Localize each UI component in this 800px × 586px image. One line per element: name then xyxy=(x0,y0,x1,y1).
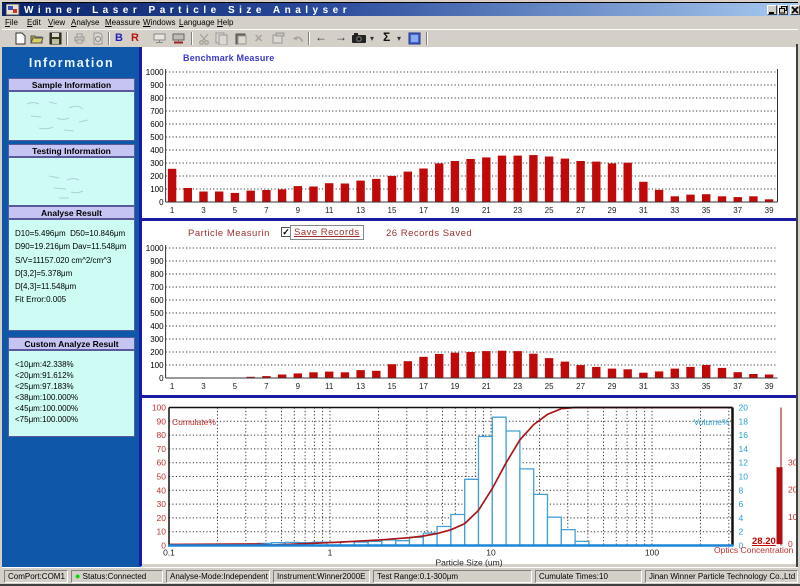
svg-text:11: 11 xyxy=(325,382,334,391)
svg-text:100: 100 xyxy=(150,185,164,194)
svg-text:8: 8 xyxy=(739,485,744,495)
svg-text:3: 3 xyxy=(201,206,206,215)
svg-text:33: 33 xyxy=(670,206,679,215)
svg-text:33: 33 xyxy=(670,382,679,391)
svg-text:39: 39 xyxy=(765,382,774,391)
svg-text:600: 600 xyxy=(150,120,164,129)
svg-text:Volume%: Volume% xyxy=(694,417,730,427)
svg-text:19: 19 xyxy=(450,382,459,391)
svg-text:15: 15 xyxy=(388,206,397,215)
svg-text:500: 500 xyxy=(150,309,164,318)
svg-text:11: 11 xyxy=(325,206,334,215)
svg-text:100: 100 xyxy=(152,403,166,413)
svg-text:800: 800 xyxy=(150,94,164,103)
svg-text:800: 800 xyxy=(150,270,164,279)
svg-text:20: 20 xyxy=(157,513,167,523)
svg-text:80: 80 xyxy=(157,430,167,440)
svg-text:23: 23 xyxy=(513,206,522,215)
svg-text:100: 100 xyxy=(150,361,164,370)
svg-text:19: 19 xyxy=(450,206,459,215)
svg-text:300: 300 xyxy=(150,159,164,168)
svg-text:21: 21 xyxy=(482,206,491,215)
svg-text:9: 9 xyxy=(296,206,301,215)
svg-text:7: 7 xyxy=(264,206,269,215)
svg-text:7: 7 xyxy=(264,382,269,391)
svg-text:28.20: 28.20 xyxy=(752,536,776,547)
svg-text:600: 600 xyxy=(150,296,164,305)
svg-text:700: 700 xyxy=(150,107,164,116)
svg-text:20: 20 xyxy=(739,403,749,413)
svg-text:400: 400 xyxy=(150,146,164,155)
svg-text:400: 400 xyxy=(150,322,164,331)
svg-text:900: 900 xyxy=(150,81,164,90)
svg-text:Particle Size (um): Particle Size (um) xyxy=(435,558,502,568)
svg-text:13: 13 xyxy=(356,382,365,391)
svg-text:2: 2 xyxy=(739,527,744,537)
svg-text:29: 29 xyxy=(608,382,617,391)
svg-text:50: 50 xyxy=(157,472,167,482)
svg-text:70: 70 xyxy=(157,444,167,454)
svg-text:200: 200 xyxy=(150,348,164,357)
svg-text:27: 27 xyxy=(576,206,585,215)
svg-text:0: 0 xyxy=(159,374,164,383)
svg-text:21: 21 xyxy=(482,382,491,391)
svg-text:90: 90 xyxy=(157,416,167,426)
svg-text:17: 17 xyxy=(419,382,428,391)
svg-text:5: 5 xyxy=(233,206,238,215)
svg-text:60: 60 xyxy=(157,458,167,468)
svg-text:35: 35 xyxy=(702,206,711,215)
svg-text:35: 35 xyxy=(702,382,711,391)
svg-text:23: 23 xyxy=(513,382,522,391)
svg-text:31: 31 xyxy=(639,206,648,215)
svg-text:17: 17 xyxy=(419,206,428,215)
svg-text:10: 10 xyxy=(486,548,496,558)
svg-text:18: 18 xyxy=(739,416,749,426)
svg-text:30: 30 xyxy=(157,499,167,509)
svg-text:Cumulate%: Cumulate% xyxy=(172,417,216,427)
svg-text:3: 3 xyxy=(201,382,206,391)
svg-text:14: 14 xyxy=(739,444,749,454)
svg-text:1: 1 xyxy=(328,548,333,558)
svg-text:13: 13 xyxy=(356,206,365,215)
svg-text:16: 16 xyxy=(739,430,749,440)
svg-text:39: 39 xyxy=(765,206,774,215)
svg-text:1000: 1000 xyxy=(146,244,164,253)
svg-text:25: 25 xyxy=(545,382,554,391)
svg-text:0.1: 0.1 xyxy=(163,548,175,558)
svg-text:200: 200 xyxy=(150,172,164,181)
svg-text:1: 1 xyxy=(170,206,175,215)
svg-text:500: 500 xyxy=(150,133,164,142)
svg-text:4: 4 xyxy=(739,513,744,523)
svg-text:31: 31 xyxy=(639,382,648,391)
svg-text:300: 300 xyxy=(150,335,164,344)
svg-text:10: 10 xyxy=(157,527,167,537)
svg-text:700: 700 xyxy=(150,283,164,292)
svg-text:37: 37 xyxy=(733,382,742,391)
svg-text:15: 15 xyxy=(388,382,397,391)
svg-text:900: 900 xyxy=(150,257,164,266)
svg-text:40: 40 xyxy=(157,485,167,495)
svg-text:12: 12 xyxy=(739,458,749,468)
svg-text:9: 9 xyxy=(296,382,301,391)
svg-text:27: 27 xyxy=(576,382,585,391)
svg-text:5: 5 xyxy=(233,382,238,391)
svg-text:100: 100 xyxy=(645,548,659,558)
svg-text:29: 29 xyxy=(608,206,617,215)
svg-text:37: 37 xyxy=(733,206,742,215)
svg-text:10: 10 xyxy=(739,472,749,482)
svg-text:6: 6 xyxy=(739,499,744,509)
svg-text:1: 1 xyxy=(170,382,175,391)
svg-text:25: 25 xyxy=(545,206,554,215)
svg-text:1000: 1000 xyxy=(146,68,164,77)
svg-text:0: 0 xyxy=(159,198,164,207)
